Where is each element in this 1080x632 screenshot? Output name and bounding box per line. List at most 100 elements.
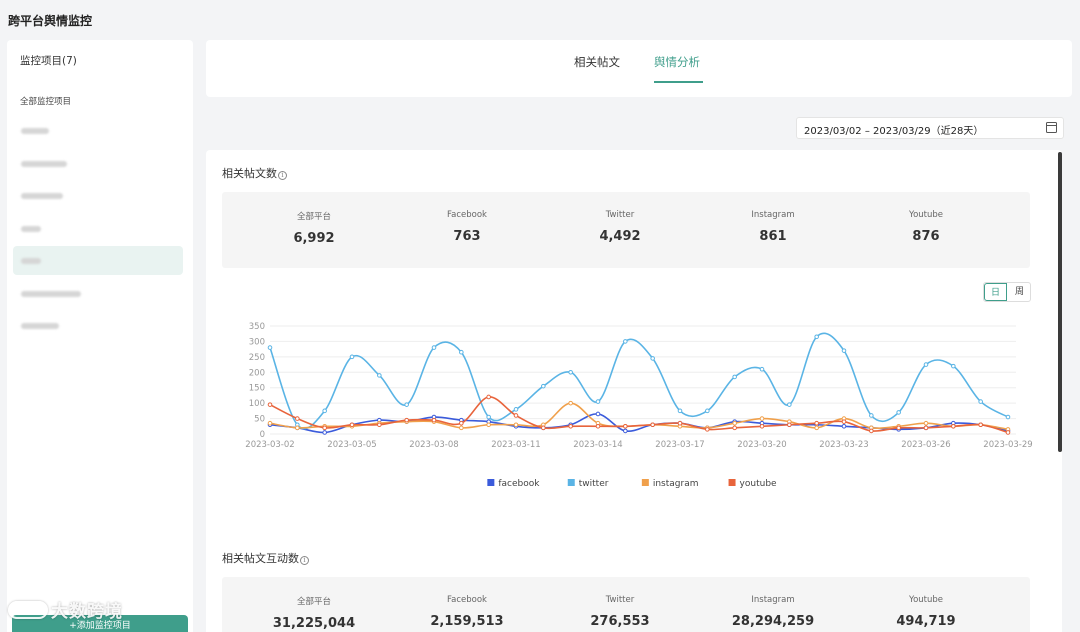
sidebar: 监控项目(7) 全部监控项目 +添加监控项目: [7, 40, 193, 632]
data-point-twitter: [623, 339, 628, 344]
data-point-twitter: [431, 345, 437, 350]
interaction-stat-all-platforms: 全部平台 31,225,044: [272, 597, 356, 631]
data-point-youtube: [923, 425, 929, 431]
data-point-twitter: [513, 407, 519, 412]
data-point-youtube: [814, 420, 819, 426]
data-point-youtube: [459, 420, 464, 426]
interaction-stat-instagram: Instagram 28,294,259: [731, 595, 815, 629]
sidebar-item[interactable]: [13, 279, 183, 308]
data-point-youtube: [595, 423, 601, 429]
data-point-instagram: [732, 420, 737, 426]
interaction-stat-twitter: Twitter 276,553: [590, 595, 650, 629]
data-point-twitter: [595, 399, 601, 404]
data-point-facebook: [322, 430, 327, 435]
y-tick-label: 50: [254, 415, 265, 425]
sidebar-item[interactable]: [13, 181, 183, 210]
date-range-text: 2023/03/02 – 2023/03/29（近28天）: [804, 126, 984, 137]
data-point-twitter: [705, 408, 710, 414]
data-point-youtube: [951, 423, 956, 429]
data-point-twitter: [978, 399, 983, 404]
legend-swatch-facebook: [487, 479, 495, 486]
legend-swatch-instagram: [641, 479, 649, 486]
scrollbar[interactable]: [1058, 152, 1062, 452]
data-point-facebook: [595, 411, 601, 417]
data-point-youtube: [705, 427, 710, 432]
data-point-twitter: [541, 383, 546, 389]
interaction-stats-box: 全部平台 31,225,044 Facebook 2,159,513 Twitt…: [222, 577, 1030, 632]
y-tick-label: 350: [249, 322, 265, 332]
data-point-facebook: [623, 428, 628, 434]
watermark-logo-icon: [8, 601, 48, 619]
data-point-youtube: [431, 417, 437, 423]
data-point-twitter: [732, 374, 737, 380]
sidebar-item-active[interactable]: [13, 246, 183, 275]
data-point-twitter: [377, 373, 382, 378]
data-point-twitter: [896, 410, 901, 415]
y-tick-label: 250: [249, 353, 265, 363]
watermark: 大数跨境: [8, 597, 123, 622]
active-tab-indicator: [654, 81, 703, 83]
data-point-youtube: [267, 402, 273, 407]
y-tick-label: 150: [249, 384, 265, 394]
data-point-youtube: [759, 423, 765, 429]
info-icon[interactable]: i: [300, 556, 309, 565]
calendar-icon[interactable]: [1046, 122, 1057, 133]
data-point-twitter: [841, 348, 847, 353]
tab-related-posts[interactable]: 相关帖文: [574, 54, 620, 70]
data-point-instagram: [568, 400, 573, 406]
data-point-youtube: [486, 394, 491, 400]
sidebar-item[interactable]: [13, 214, 183, 243]
data-point-instagram: [295, 425, 300, 431]
data-point-instagram: [923, 420, 929, 426]
x-tick-label: 2023-03-14: [573, 440, 622, 450]
x-tick-label: 2023-03-11: [491, 440, 540, 450]
data-point-twitter: [677, 408, 683, 414]
sidebar-header: 监控项目(7): [20, 55, 77, 67]
data-point-youtube: [322, 425, 327, 431]
sidebar-item[interactable]: [13, 149, 183, 178]
data-point-twitter: [869, 413, 874, 418]
data-point-twitter: [814, 334, 819, 340]
analysis-card: 相关帖文数 i 全部平台 6,992 Facebook 763 Twitter 4…: [206, 150, 1062, 632]
data-point-youtube: [650, 422, 655, 428]
legend-label-facebook: facebook: [498, 479, 540, 489]
series-line-twitter: [269, 332, 1009, 430]
data-point-youtube: [896, 425, 901, 431]
data-point-twitter: [923, 362, 929, 367]
sidebar-item[interactable]: [13, 311, 183, 340]
app-title: 跨平台舆情监控: [8, 14, 93, 28]
posts-line-chart: 0 50 100 150 200 250 300 350 2023-03-02 2023-03-0…: [245, 322, 1032, 489]
data-point-twitter: [322, 408, 327, 414]
data-point-youtube: [869, 428, 874, 434]
x-tick-label: 2023-03-05: [327, 440, 376, 450]
legend-label-instagram: instagram: [653, 479, 699, 489]
sidebar-list: [13, 116, 183, 344]
data-point-youtube: [732, 425, 737, 431]
data-point-youtube: [513, 413, 519, 418]
x-tick-label: 2023-03-29: [983, 440, 1032, 450]
y-tick-label: 200: [249, 368, 265, 378]
data-point-youtube: [404, 417, 409, 423]
x-tick-label: 2023-03-08: [409, 440, 458, 450]
y-tick-label: 300: [249, 337, 265, 347]
data-point-youtube: [295, 416, 300, 421]
data-point-twitter: [1005, 414, 1011, 420]
data-point-twitter: [650, 356, 655, 361]
data-point-twitter: [951, 363, 956, 369]
data-point-twitter: [404, 402, 409, 407]
tabs-card: 相关帖文 舆情分析: [206, 40, 1072, 97]
legend-swatch-twitter: [567, 479, 575, 486]
date-range-picker[interactable]: 2023/03/02 – 2023/03/29（近28天）: [796, 117, 1064, 139]
data-point-instagram: [459, 425, 464, 431]
legend-label-twitter: twitter: [579, 479, 609, 489]
x-tick-label: 2023-03-23: [819, 440, 868, 450]
x-tick-label: 2023-03-17: [655, 440, 704, 450]
y-tick-label: 100: [249, 399, 265, 409]
data-point-youtube: [677, 420, 683, 426]
data-point-youtube: [568, 423, 573, 429]
legend-swatch-youtube: [728, 479, 736, 486]
sidebar-item[interactable]: [13, 116, 183, 145]
tab-sentiment-analysis[interactable]: 舆情分析: [654, 54, 700, 70]
sidebar-group-all[interactable]: 全部监控项目: [20, 95, 71, 107]
data-point-twitter: [267, 345, 273, 350]
